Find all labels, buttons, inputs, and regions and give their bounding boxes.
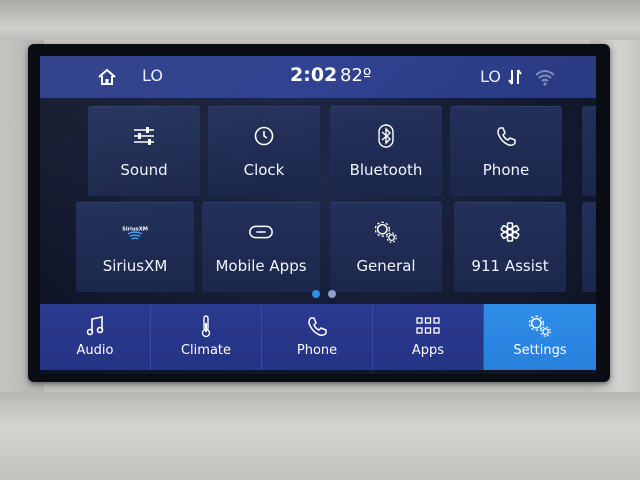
star-of-life-icon [497,219,523,245]
tile-phone[interactable]: Phone [450,106,562,196]
tile-next-partial [582,202,596,292]
nav-label: Settings [513,343,567,358]
dashboard-bezel-top [0,0,640,40]
tile-clock[interactable]: Clock [208,106,320,196]
nav-phone[interactable]: Phone [262,304,373,370]
nav-label: Audio [76,343,114,358]
tile-label: SiriusXM [102,257,168,275]
gears-icon [373,219,399,245]
dashboard-bezel-bottom [0,392,640,480]
phone-icon [304,314,330,338]
phone-icon [493,123,519,149]
clock-time: 2:02 [290,64,338,86]
clock-icon [251,123,277,149]
tile-911-assist[interactable]: 911 Assist [454,202,566,292]
bluetooth-icon [373,123,399,149]
nav-label: Apps [411,343,445,358]
infotainment-screen: LO 2:02 82º LO Sound Clock Bluetooth Pho… [40,56,596,374]
passenger-temperature[interactable]: LO [480,67,501,86]
nav-apps[interactable]: Apps [373,304,484,370]
music-note-icon [82,314,108,338]
nav-audio[interactable]: Audio [40,304,151,370]
tile-label: Sound [120,161,168,179]
wifi-icon [535,70,555,86]
tile-label: Bluetooth [349,161,423,179]
page-indicator-inactive[interactable] [328,290,336,298]
data-transfer-icon [508,69,522,85]
sliders-icon [131,123,157,149]
tile-general[interactable]: General [330,202,442,292]
thermometer-icon [193,314,219,338]
tile-sound[interactable]: Sound [88,106,200,196]
outside-temperature: 82º [340,65,372,86]
gears-icon [527,314,553,338]
nav-label: Climate [180,343,232,358]
apps-grid-icon [415,314,441,338]
tile-label: Clock [243,161,285,179]
nav-label: Phone [296,343,338,358]
link-icon [248,219,274,245]
tile-bluetooth[interactable]: Bluetooth [330,106,442,196]
driver-temperature[interactable]: LO [142,66,163,85]
tile-label: General [356,257,416,275]
siriusxm-icon: SiriusXM [122,219,148,245]
tile-label: 911 Assist [471,257,549,275]
tile-siriusxm[interactable]: SiriusXM SiriusXM [76,202,194,292]
tile-label: Mobile Apps [215,257,307,275]
tile-label: Phone [482,161,530,179]
bottom-navigation-bar: Audio Climate Phone Apps Settings [40,304,596,370]
nav-climate[interactable]: Climate [151,304,262,370]
status-bar: LO 2:02 82º LO [40,56,596,98]
page-indicator-active[interactable] [312,290,320,298]
tile-next-partial [582,106,596,196]
tile-mobile-apps[interactable]: Mobile Apps [202,202,320,292]
home-icon[interactable] [96,66,118,88]
nav-settings[interactable]: Settings [484,304,596,370]
